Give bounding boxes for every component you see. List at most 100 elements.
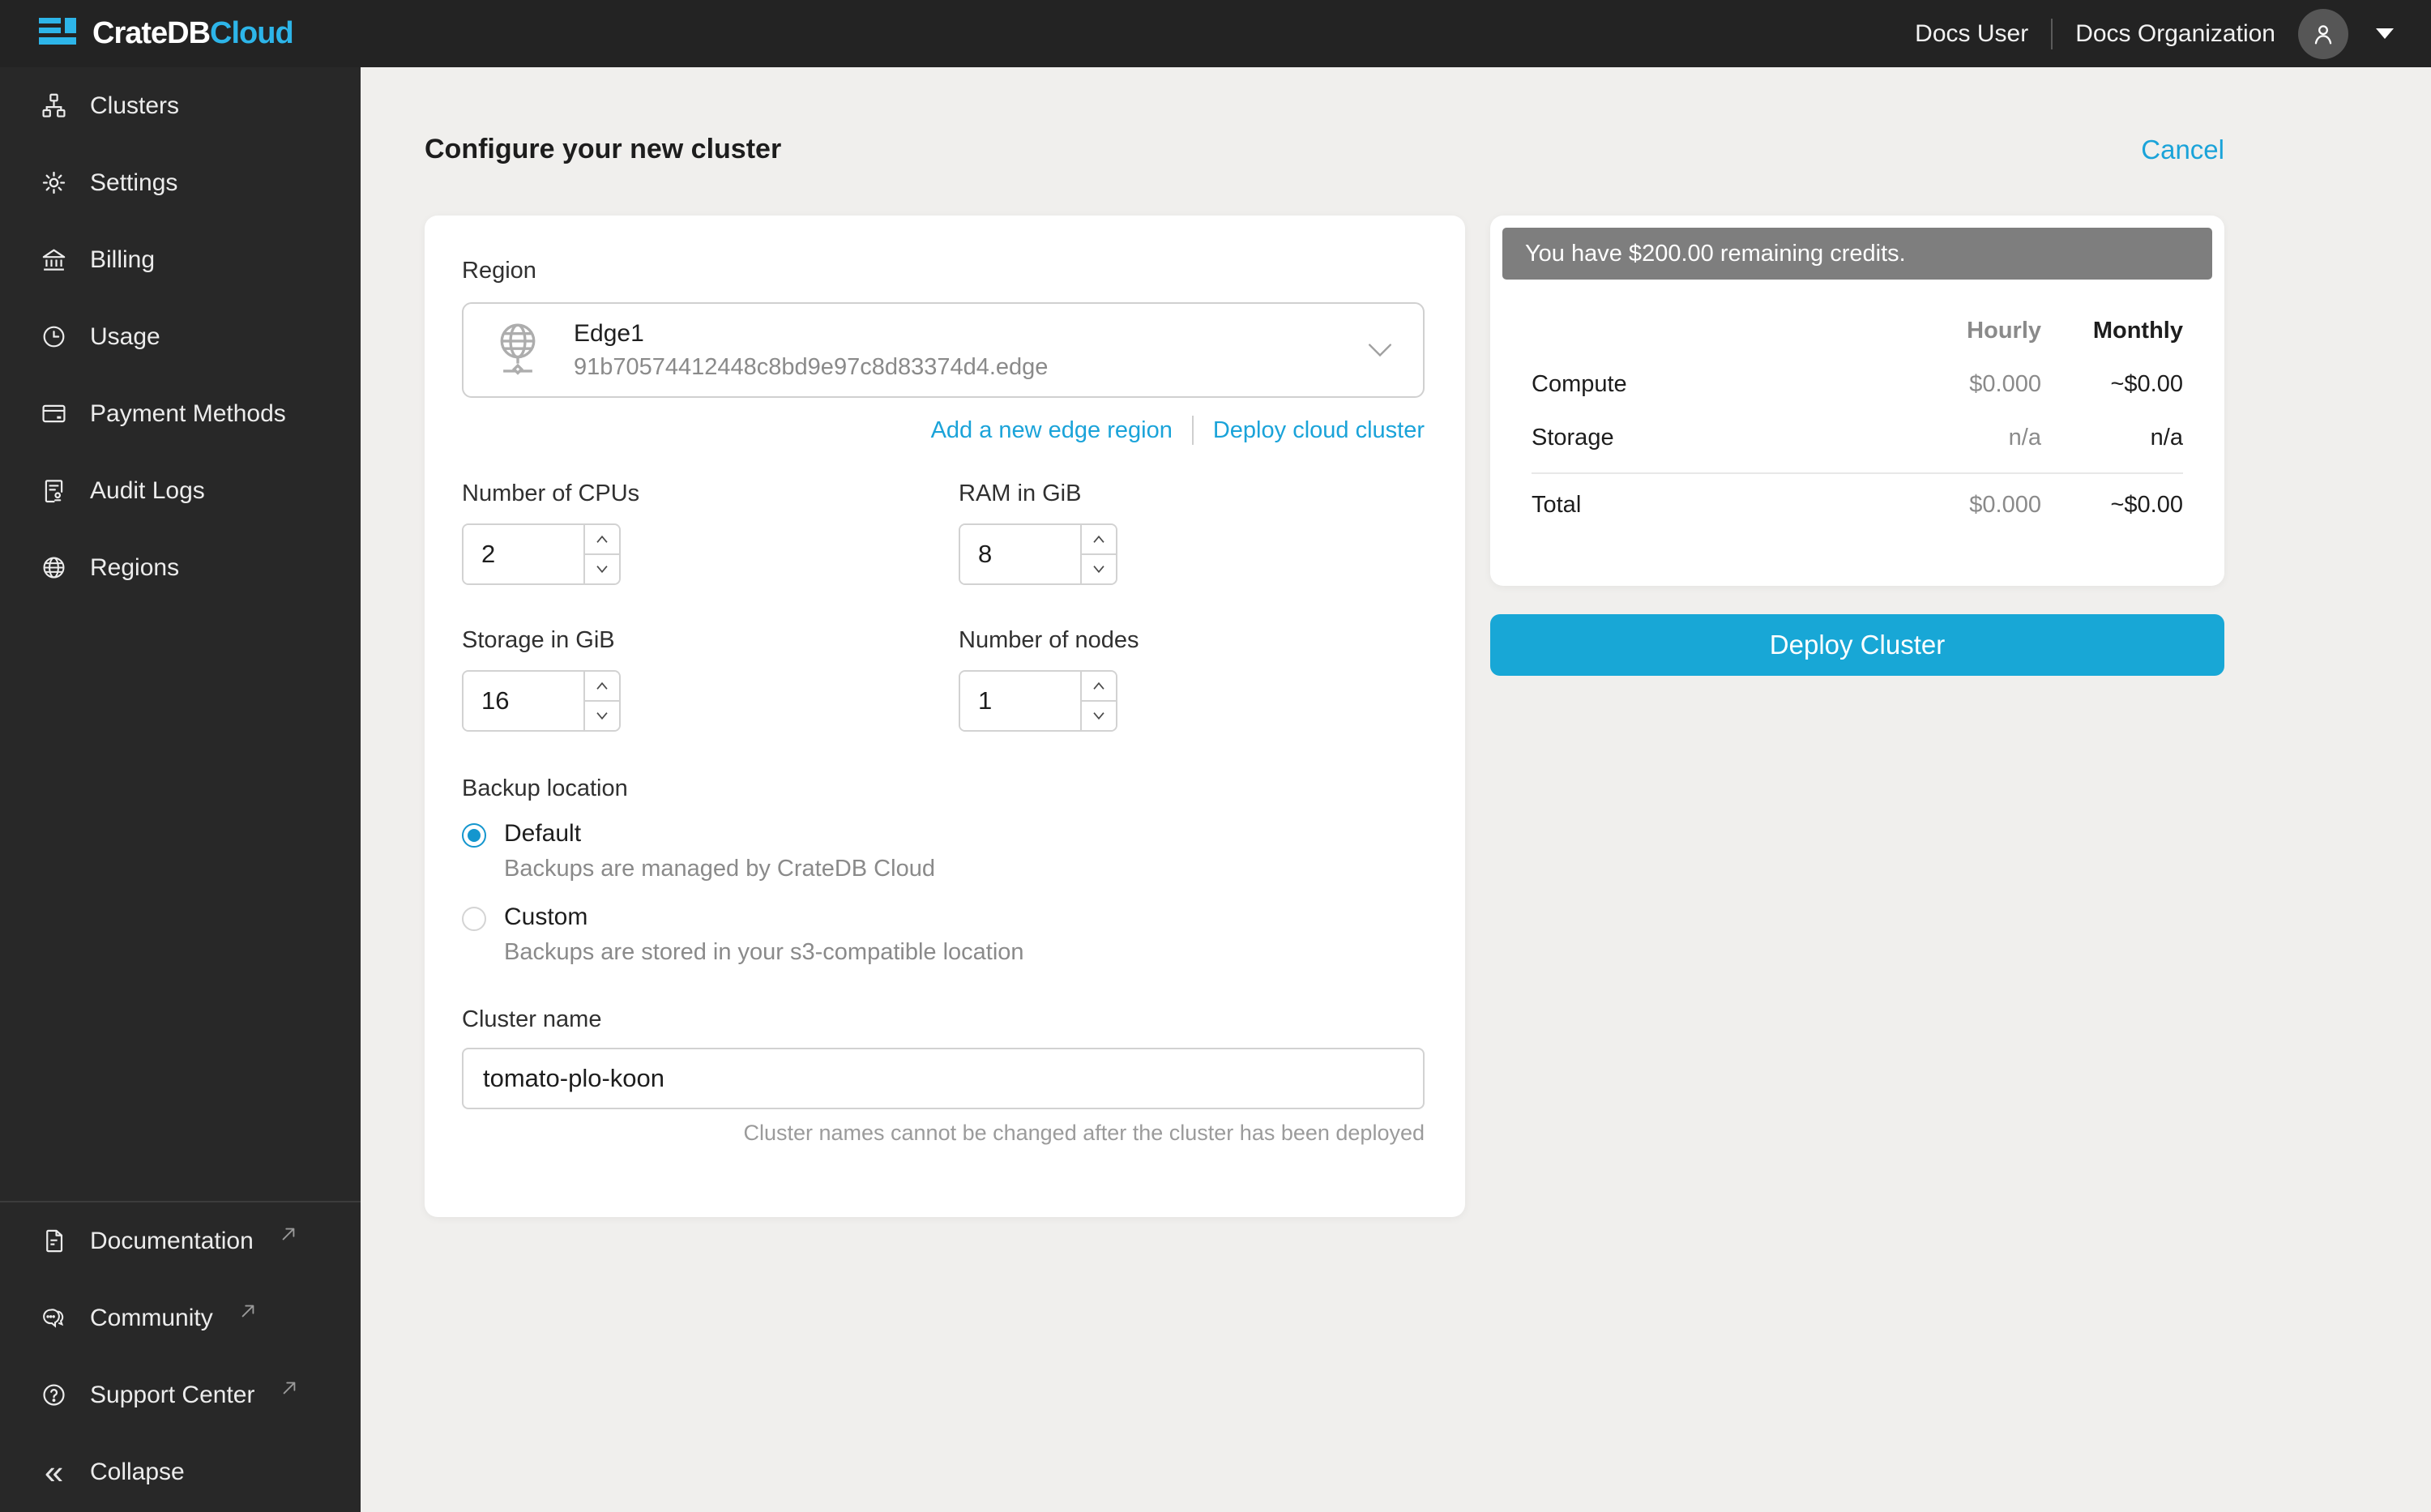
region-links: Add a new edge region Deploy cloud clust… <box>462 416 1425 445</box>
storage-input[interactable] <box>464 672 583 730</box>
add-edge-region-link[interactable]: Add a new edge region <box>931 417 1173 444</box>
chevron-up-icon <box>1092 681 1106 691</box>
logo-cloud: Cloud <box>210 16 293 50</box>
sidebar-item-support-center[interactable]: Support Center <box>0 1356 361 1433</box>
sidebar-item-label: Settings <box>90 169 177 197</box>
chevron-up-icon <box>1092 534 1106 545</box>
deploy-cluster-button[interactable]: Deploy Cluster <box>1490 614 2224 676</box>
cpus-field: Number of CPUs <box>462 481 959 585</box>
storage-monthly-value: n/a <box>2041 425 2183 451</box>
credits-banner: You have $200.00 remaining credits. <box>1502 228 2212 280</box>
deploy-cloud-cluster-link[interactable]: Deploy cloud cluster <box>1213 417 1425 444</box>
cpus-label: Number of CPUs <box>462 481 959 507</box>
sidebar-item-settings[interactable]: Settings <box>0 144 361 221</box>
sidebar-item-label: Usage <box>90 323 160 351</box>
backup-default-label: Default <box>504 820 935 848</box>
region-select[interactable]: Edge1 91b70574412448c8bd9e97c8d83374d4.e… <box>462 302 1425 398</box>
storage-decrement-button[interactable] <box>585 702 619 730</box>
sidebar-footer: Documentation Community <box>0 1201 361 1512</box>
storage-row-label: Storage <box>1532 425 1903 451</box>
sidebar-item-audit-logs[interactable]: Audit Logs <box>0 452 361 529</box>
price-table: Hourly Monthly Compute $0.000 ~$0.00 Sto… <box>1502 280 2212 586</box>
organization-name[interactable]: Docs Organization <box>2075 20 2275 48</box>
price-table-header: Hourly Monthly <box>1532 304 2183 357</box>
nodes-input[interactable] <box>960 672 1080 730</box>
sidebar-collapse-button[interactable]: « Collapse <box>0 1433 361 1510</box>
total-hourly-value: $0.000 <box>1903 492 2041 519</box>
sidebar-item-label: Audit Logs <box>90 477 205 505</box>
clusters-icon <box>41 92 67 119</box>
sidebar: Clusters Settings Billing Usage <box>0 67 361 1512</box>
user-menu-caret-icon[interactable] <box>2376 28 2394 39</box>
nodes-stepper <box>1080 672 1116 730</box>
ram-decrement-button[interactable] <box>1082 555 1116 583</box>
nodes-increment-button[interactable] <box>1082 672 1116 702</box>
backup-location-section: Backup location Default Backups are mana… <box>462 775 1425 966</box>
compute-label: Compute <box>1532 371 1903 398</box>
sidebar-item-label: Clusters <box>90 92 179 120</box>
cratedb-cloud-logo[interactable]: CrateDBCloud <box>39 16 293 51</box>
clock-icon <box>41 323 67 350</box>
sidebar-item-regions[interactable]: Regions <box>0 529 361 606</box>
sidebar-item-label: Payment Methods <box>90 400 286 428</box>
chevron-down-icon <box>1092 711 1106 721</box>
bank-icon <box>41 246 67 273</box>
sidebar-item-label: Community <box>90 1305 213 1332</box>
external-link-icon <box>239 1302 257 1320</box>
compute-hourly-value: $0.000 <box>1903 371 2041 398</box>
price-row-compute: Compute $0.000 ~$0.00 <box>1532 357 2183 411</box>
total-label: Total <box>1532 492 1903 519</box>
cluster-name-hint: Cluster names cannot be changed after th… <box>462 1121 1425 1146</box>
hourly-column-header: Hourly <box>1903 318 2041 344</box>
sidebar-item-usage[interactable]: Usage <box>0 298 361 375</box>
ram-field: RAM in GiB <box>959 481 1425 585</box>
storage-stepper <box>583 672 619 730</box>
cpus-decrement-button[interactable] <box>585 555 619 583</box>
collapse-icon: « <box>41 1459 67 1485</box>
storage-increment-button[interactable] <box>585 672 619 702</box>
credits-banner-text: You have $200.00 remaining credits. <box>1525 241 1906 267</box>
cancel-button[interactable]: Cancel <box>2141 135 2224 165</box>
nodes-field: Number of nodes <box>959 627 1425 732</box>
storage-field: Storage in GiB <box>462 627 959 732</box>
storage-hourly-value: n/a <box>1903 425 2041 451</box>
chevron-down-icon <box>1368 343 1392 357</box>
radio-selected-icon[interactable] <box>462 823 486 848</box>
backup-custom-label: Custom <box>504 903 1024 931</box>
external-link-icon <box>280 1379 298 1397</box>
sidebar-item-label: Support Center <box>90 1382 254 1409</box>
cluster-name-input[interactable] <box>462 1048 1425 1109</box>
page-title: Configure your new cluster <box>425 134 781 165</box>
cluster-name-label: Cluster name <box>462 1006 1425 1033</box>
sidebar-item-clusters[interactable]: Clusters <box>0 67 361 144</box>
cluster-name-section: Cluster name Cluster names cannot be cha… <box>462 1006 1425 1146</box>
page-header: Configure your new cluster Cancel <box>425 134 2224 165</box>
sidebar-item-community[interactable]: Community <box>0 1279 361 1356</box>
ram-stepper <box>1080 525 1116 583</box>
gear-icon <box>41 169 67 196</box>
nodes-decrement-button[interactable] <box>1082 702 1116 730</box>
region-selected-option: Edge1 91b70574412448c8bd9e97c8d83374d4.e… <box>574 320 1048 381</box>
sidebar-item-label: Documentation <box>90 1228 254 1255</box>
cpus-input[interactable] <box>464 525 583 583</box>
nodes-label: Number of nodes <box>959 627 1425 654</box>
chat-icon <box>41 1305 67 1331</box>
sidebar-item-billing[interactable]: Billing <box>0 221 361 298</box>
links-divider <box>1192 416 1194 445</box>
backup-custom-option[interactable]: Custom Backups are stored in your s3-com… <box>462 903 1425 966</box>
radio-unselected-icon[interactable] <box>462 907 486 931</box>
user-name[interactable]: Docs User <box>1915 20 2028 48</box>
storage-label: Storage in GiB <box>462 627 959 654</box>
audit-log-icon <box>41 477 67 504</box>
sidebar-item-payment-methods[interactable]: Payment Methods <box>0 375 361 452</box>
cpus-increment-button[interactable] <box>585 525 619 555</box>
ram-increment-button[interactable] <box>1082 525 1116 555</box>
main-content: Configure your new cluster Cancel Region… <box>361 67 2431 1512</box>
backup-default-option[interactable]: Default Backups are managed by CrateDB C… <box>462 820 1425 882</box>
chevron-down-icon <box>1092 564 1106 574</box>
ram-input[interactable] <box>960 525 1080 583</box>
chevron-up-icon <box>595 534 609 545</box>
external-link-icon <box>280 1225 297 1243</box>
sidebar-item-documentation[interactable]: Documentation <box>0 1202 361 1279</box>
avatar[interactable] <box>2298 9 2348 59</box>
